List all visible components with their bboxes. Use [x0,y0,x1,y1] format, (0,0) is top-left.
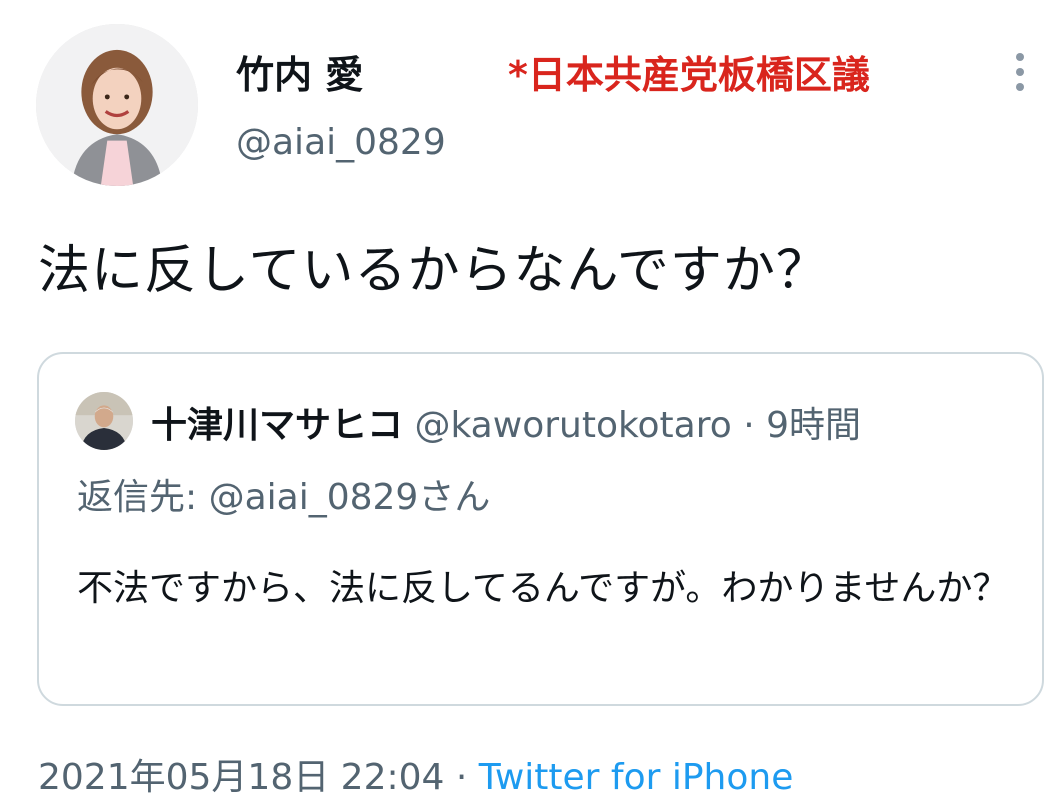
author-name[interactable]: 竹内 愛 [236,44,363,99]
tweet-text: 法に反しているからなんですか？ [38,241,829,301]
quoted-separator: · [743,405,755,446]
author-avatar[interactable] [36,24,198,186]
more-vertical-icon [1016,83,1024,91]
tweet-timestamp[interactable]: 2021年05月18日 22:04 [38,757,444,798]
tweet-container: 竹内 愛 *日本共産党板橋区議 @aiai_0829 法に反しているからなんです… [0,0,1063,807]
more-vertical-icon [1016,53,1024,61]
quoted-author-handle[interactable]: @kaworutokotaro [414,405,731,446]
quoted-time[interactable]: 9時間 [766,405,861,446]
author-annotation: *日本共産党板橋区議 [508,53,870,97]
tweet-source-link[interactable]: Twitter for iPhone [479,757,794,798]
quoted-author-name[interactable]: 十津川マサヒコ [151,405,403,446]
tweet-footer: 2021年05月18日 22:04 · Twitter for iPhone [38,748,793,800]
quoted-tweet-card[interactable]: 十津川マサヒコ @kaworutokotaro · 9時間 返信先: @aiai… [37,352,1044,706]
quoted-reply-to: 返信先: @aiai_0829さん [77,477,491,518]
quoted-tweet-text: 不法ですから、法に反してるんですが。わかりませんか？ [77,568,1009,609]
more-vertical-icon [1016,68,1024,76]
author-handle[interactable]: @aiai_0829 [236,122,446,163]
more-options-button[interactable] [1002,50,1038,94]
quoted-header: 十津川マサヒコ @kaworutokotaro · 9時間 [151,396,861,448]
footer-separator: · [455,757,468,798]
quoted-author-avatar [75,392,133,450]
